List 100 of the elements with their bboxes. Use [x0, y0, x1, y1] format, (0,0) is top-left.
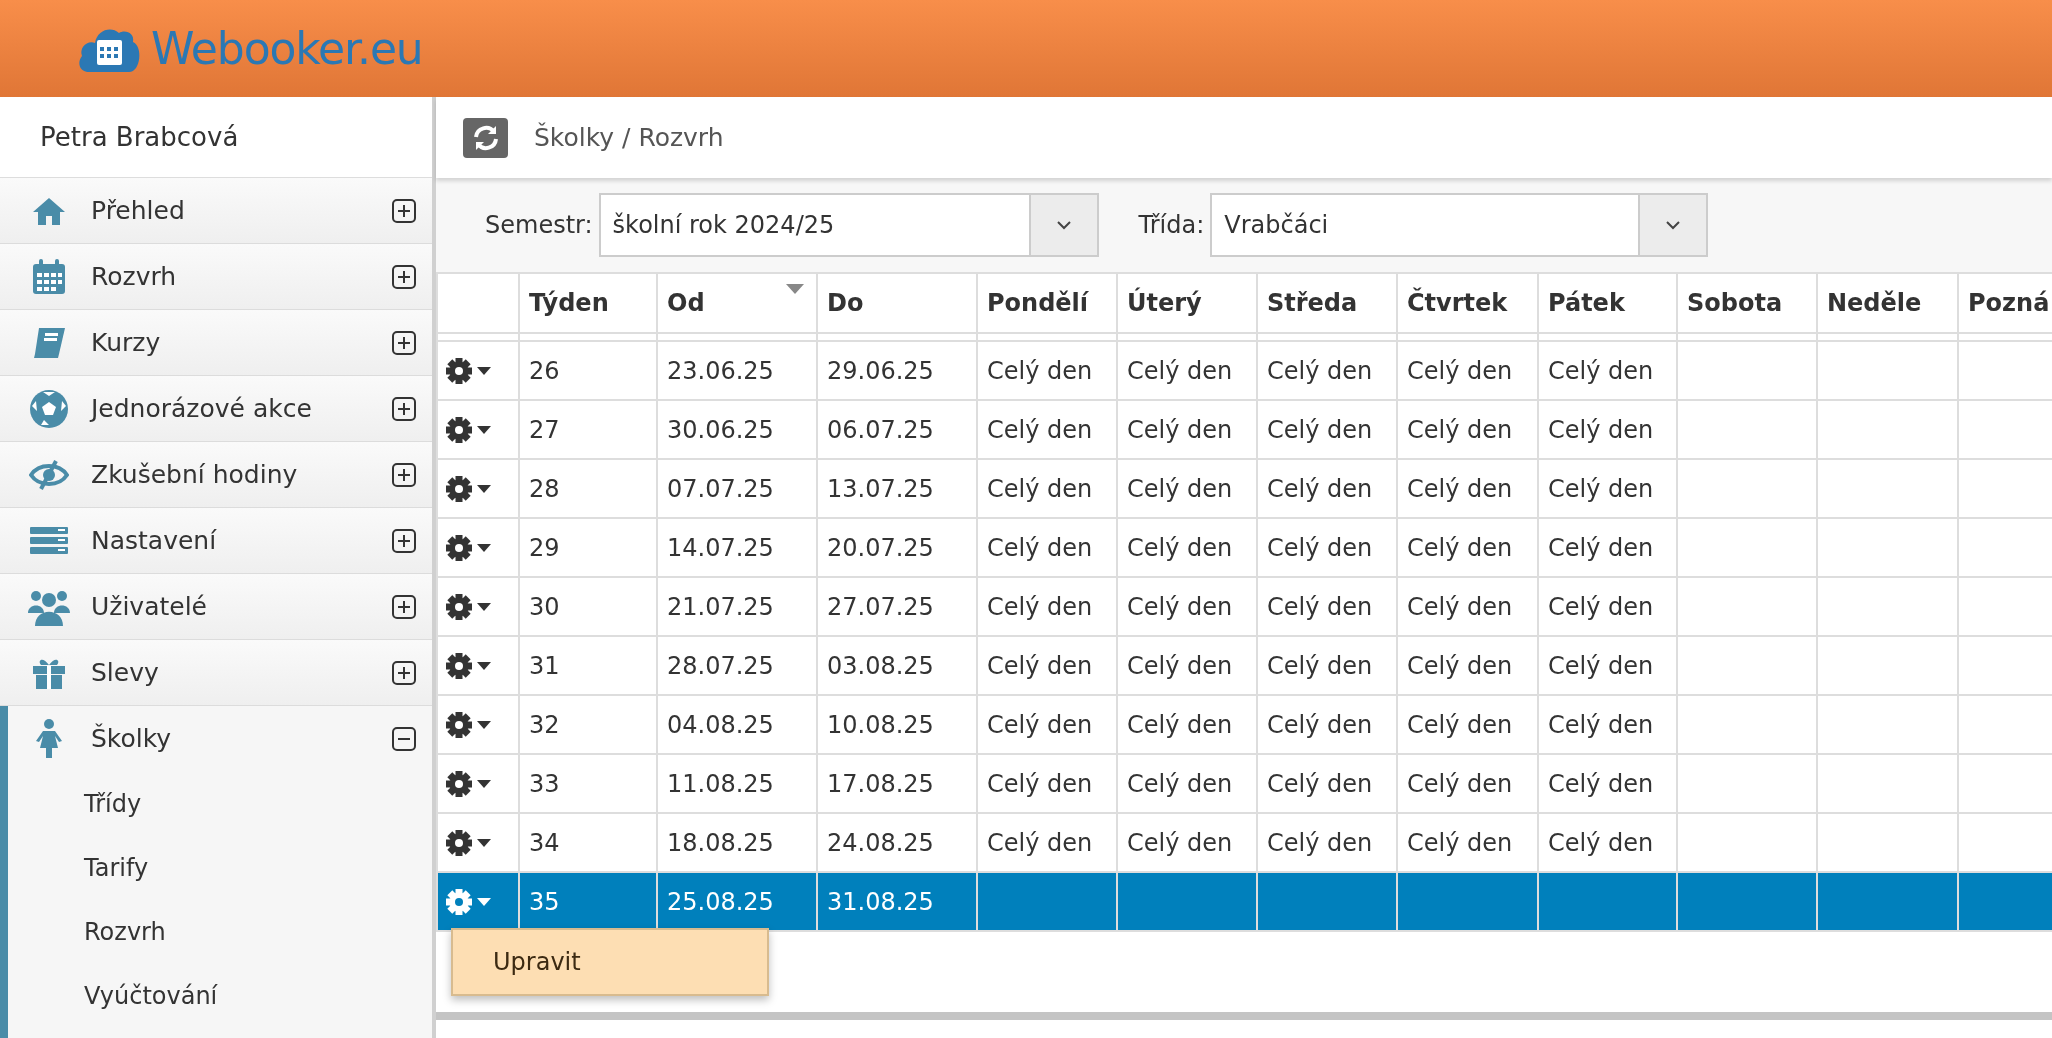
server-icon: [29, 525, 69, 556]
crossed-eye-icon: [29, 459, 69, 490]
menu-item[interactable]: Přehled: [0, 178, 432, 244]
menu-label: Školky: [91, 722, 173, 756]
table-row[interactable]: 29 14.07.25 20.07.25 Celý den Celý den Celý den Celý den Celý den: [437, 518, 2052, 577]
select-field[interactable]: Vrabčáci: [1210, 193, 1709, 257]
calendar-icon: [31, 257, 67, 296]
user-name: Petra Brabcová: [40, 120, 239, 154]
column-header[interactable]: Týden: [519, 273, 657, 333]
menu-item[interactable]: Slevy: [0, 640, 432, 706]
menu-item[interactable]: Zkušební hodiny: [0, 442, 432, 508]
row-actions-button[interactable]: [446, 357, 491, 384]
expand-icon[interactable]: [392, 660, 416, 685]
menu-label: Kurzy: [91, 326, 162, 359]
row-actions-button[interactable]: [446, 593, 491, 620]
caret-icon: [477, 838, 491, 847]
gear-icon: [446, 888, 472, 915]
horizontal-scrollbar[interactable]: [436, 1012, 2052, 1020]
row-actions-button[interactable]: [446, 711, 491, 738]
column-header[interactable]: Pozná: [1958, 273, 2052, 333]
menu-item[interactable]: Nastavení: [0, 508, 432, 574]
row-actions-button[interactable]: [446, 534, 491, 561]
submenu-item[interactable]: Tarify: [8, 836, 432, 900]
table-row[interactable]: 28 07.07.25 13.07.25 Celý den Celý den Celý den Celý den Celý den: [437, 459, 2052, 518]
caret-icon: [477, 779, 491, 788]
gear-icon: [446, 652, 472, 679]
filter-label: Semestr:: [485, 210, 593, 241]
menu-option[interactable]: Upravit: [453, 930, 767, 994]
row-actions-button[interactable]: [446, 475, 491, 502]
menu-label: Rozvrh: [91, 260, 178, 293]
table-cell: 31.08.25: [817, 872, 977, 931]
breadcrumb: Školky / Rozvrh: [534, 121, 724, 154]
column-header[interactable]: Úterý: [1117, 273, 1257, 333]
collapse-icon[interactable]: [392, 727, 416, 751]
refresh-icon: [471, 123, 500, 152]
select-field[interactable]: školní rok 2024/25: [598, 193, 1099, 257]
caret-icon: [477, 425, 491, 434]
caret-icon: [477, 543, 491, 552]
gear-icon: [446, 416, 472, 443]
caret-icon: [477, 484, 491, 493]
menu-label: Přehled: [91, 194, 186, 227]
caret-icon: [477, 897, 491, 906]
house-icon: [31, 195, 67, 226]
ball-icon: [29, 388, 69, 429]
expand-icon[interactable]: [392, 462, 416, 487]
expand-icon[interactable]: [392, 264, 416, 289]
expand-icon[interactable]: [392, 198, 416, 223]
column-header[interactable]: Neděle: [1817, 273, 1958, 333]
row-actions-button[interactable]: [446, 652, 491, 679]
chevron-down-icon: [1664, 219, 1683, 231]
table-row[interactable]: 31 28.07.25 03.08.25 Celý den Celý den Celý den Celý den Celý den: [437, 636, 2052, 695]
table-row[interactable]: 27 30.06.25 06.07.25 Celý den Celý den Celý den Celý den Celý den: [437, 400, 2052, 459]
table-row[interactable]: 30 21.07.25 27.07.25 Celý den Celý den Celý den Celý den Celý den: [437, 577, 2052, 636]
menu-label: Slevy: [91, 656, 160, 689]
caret-icon: [477, 720, 491, 729]
expand-icon[interactable]: [392, 330, 416, 355]
chevron-down-icon: [1054, 219, 1073, 231]
caret-icon: [477, 602, 491, 611]
table-row[interactable]: 32 04.08.25 10.08.25 Celý den Celý den Celý den Celý den Celý den: [437, 695, 2052, 754]
row-actions-button[interactable]: [446, 770, 491, 797]
menu-item[interactable]: Kurzy: [0, 310, 432, 376]
table-row[interactable]: 34 18.08.25 24.08.25 Celý den Celý den Celý den Celý den Celý den: [437, 813, 2052, 872]
gear-icon: [446, 711, 472, 738]
gear-icon: [446, 770, 472, 797]
expand-icon[interactable]: [392, 594, 416, 619]
submenu-item[interactable]: Vyúčtování: [8, 964, 432, 1028]
table-row[interactable]: 26 23.06.25 29.06.25 Celý den Celý den Celý den Celý den Celý den: [437, 341, 2052, 400]
table-row[interactable]: 33 11.08.25 17.08.25 Celý den Celý den Celý den Celý den Celý den: [437, 754, 2052, 813]
column-header[interactable]: Čtvrtek: [1397, 273, 1538, 333]
column-header[interactable]: Do: [817, 273, 977, 333]
menu-item[interactable]: Školky: [8, 706, 432, 772]
submenu-item[interactable]: Třídy: [8, 772, 432, 836]
caret-icon: [477, 366, 491, 375]
table-row[interactable]: 35 25.08.25 31.08.25: [437, 872, 2052, 931]
menu-label: Uživatelé: [91, 590, 208, 623]
menu-label: Zkušební hodiny: [91, 458, 299, 491]
menu-item[interactable]: Uživatelé: [0, 574, 432, 640]
column-header[interactable]: Sobota: [1677, 273, 1817, 333]
menu-item[interactable]: Rozvrh: [0, 244, 432, 310]
menu-item[interactable]: Jednorázové akce: [0, 376, 432, 442]
submenu-item[interactable]: Rozvrh: [8, 900, 432, 964]
gear-icon: [446, 357, 472, 384]
refresh-button[interactable]: [463, 117, 508, 158]
expand-icon[interactable]: [392, 396, 416, 421]
column-header[interactable]: Pondělí: [977, 273, 1117, 333]
caret-icon: [477, 661, 491, 670]
column-header[interactable]: Pátek: [1538, 273, 1677, 333]
row-actions-button[interactable]: [446, 416, 491, 443]
gear-icon: [446, 534, 472, 561]
filter-label: Třída:: [1138, 210, 1205, 241]
gear-icon: [446, 829, 472, 856]
gear-icon: [446, 593, 472, 620]
gear-icon: [446, 475, 472, 502]
menu-label: Jednorázové akce: [91, 392, 313, 425]
column-header[interactable]: Středa: [1257, 273, 1397, 333]
expand-icon[interactable]: [392, 528, 416, 553]
row-actions-button[interactable]: [446, 829, 491, 856]
menu-label: Nastavení: [91, 524, 218, 557]
column-header[interactable]: Od: [657, 273, 817, 333]
book-icon: [31, 325, 67, 360]
